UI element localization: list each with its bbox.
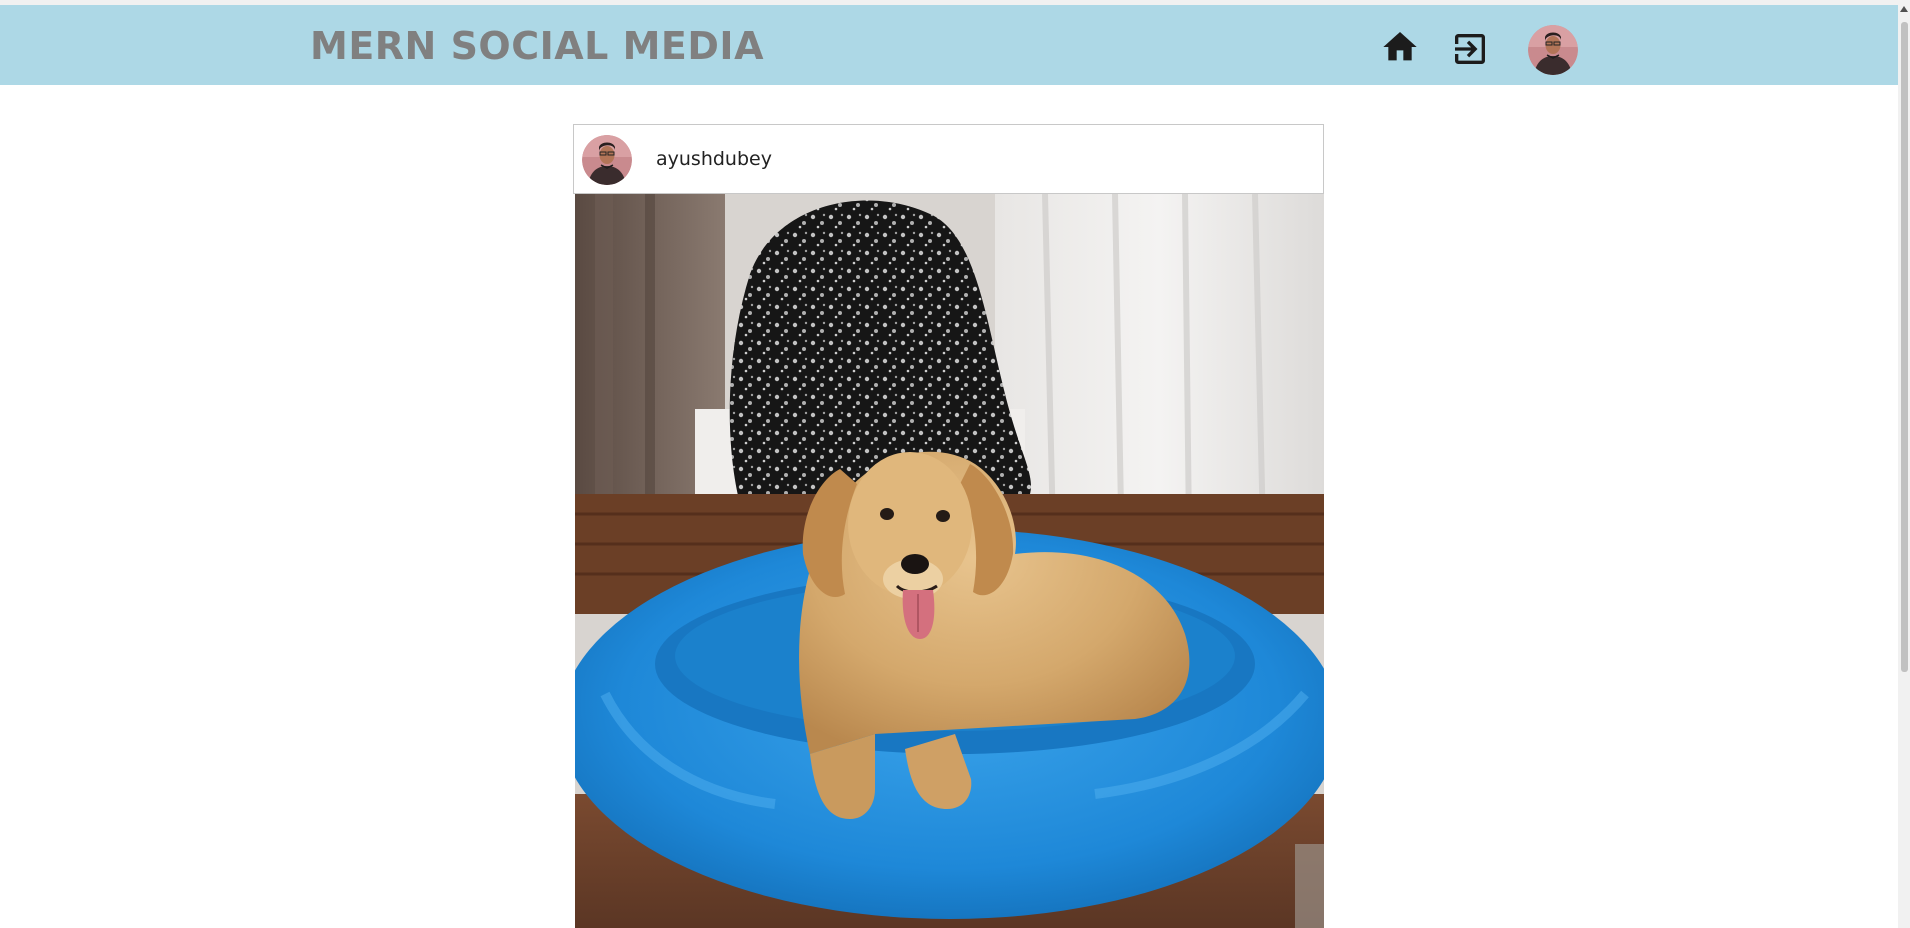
vertical-scrollbar[interactable] (1898, 0, 1910, 928)
scroll-thumb[interactable] (1901, 22, 1908, 672)
post-image[interactable] (575, 194, 1324, 928)
scroll-up-arrow-icon[interactable] (1900, 6, 1908, 12)
profile-avatar[interactable] (1528, 25, 1578, 75)
post-card: ayushdubey (573, 124, 1324, 928)
logout-icon[interactable] (1450, 29, 1490, 69)
page: MERN SOCIAL MEDIA ayushdubey (0, 0, 1910, 928)
post-author-username[interactable]: ayushdubey (656, 147, 772, 171)
navbar: MERN SOCIAL MEDIA (0, 5, 1898, 85)
post-author-avatar[interactable] (582, 135, 632, 185)
home-icon[interactable] (1380, 27, 1420, 67)
post-header: ayushdubey (573, 124, 1324, 194)
brand-title[interactable]: MERN SOCIAL MEDIA (310, 24, 764, 68)
